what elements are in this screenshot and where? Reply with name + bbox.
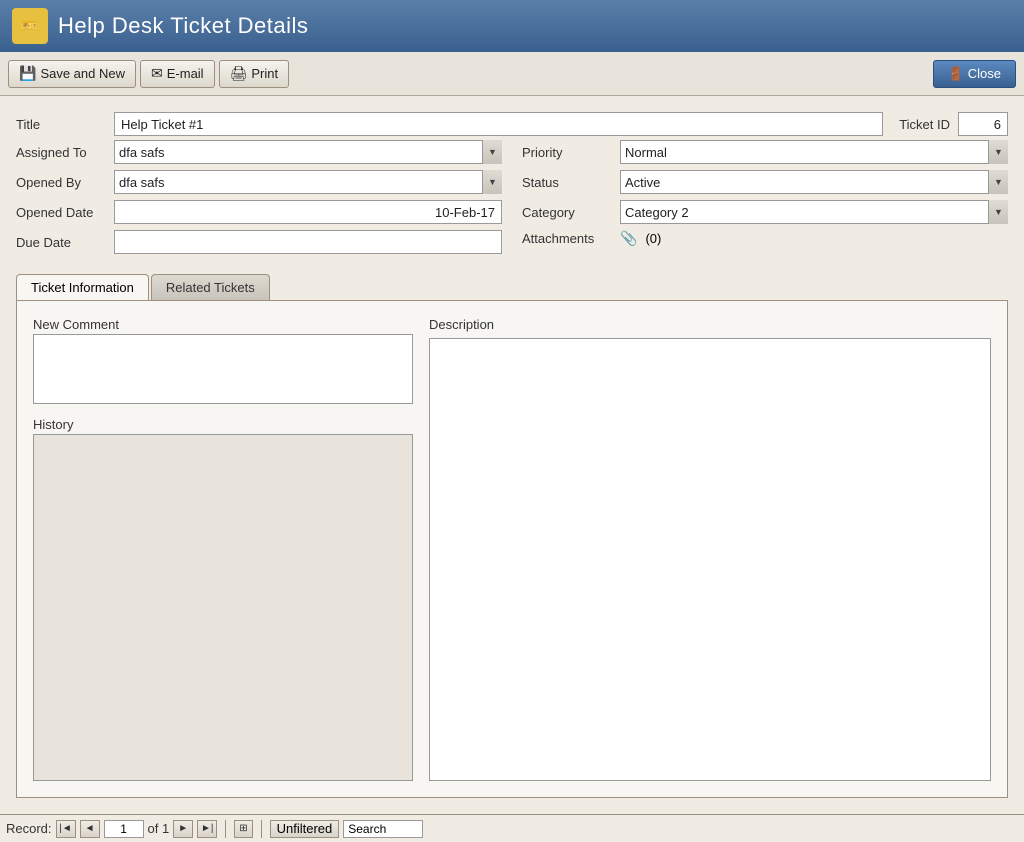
- status-label: Status: [522, 175, 612, 190]
- description-textarea[interactable]: [429, 338, 991, 781]
- status-bar: Record: |◄ ◄ of 1 ► ►| ⊞ Unfiltered: [0, 814, 1024, 842]
- assigned-to-select[interactable]: dfa safs: [114, 140, 502, 164]
- history-label: History: [33, 417, 413, 432]
- status-row: Status Active ▼: [522, 170, 1008, 194]
- title-input[interactable]: [114, 112, 883, 136]
- record-number-input[interactable]: [104, 820, 144, 838]
- due-date-input[interactable]: [114, 230, 502, 254]
- window-title: Help Desk Ticket Details: [58, 13, 308, 39]
- tab-headers: Ticket Information Related Tickets: [16, 274, 1008, 300]
- app-icon: 🎫: [12, 8, 48, 44]
- category-select[interactable]: Category 2: [620, 200, 1008, 224]
- tab-content: New Comment History Description: [16, 300, 1008, 798]
- status-select-wrapper: Active ▼: [620, 170, 1008, 194]
- opened-date-label: Opened Date: [16, 205, 106, 220]
- status-divider-2: [261, 820, 262, 838]
- nav-new-button[interactable]: ⊞: [234, 820, 252, 838]
- attachments-value: (0): [645, 231, 661, 246]
- assigned-to-label: Assigned To: [16, 145, 106, 160]
- nav-first-button[interactable]: |◄: [56, 820, 76, 838]
- unfiltered-label: Unfiltered: [277, 821, 333, 836]
- print-label: Print: [251, 66, 278, 81]
- title-row: Title Ticket ID: [16, 112, 1008, 136]
- ticket-id-label: Ticket ID: [899, 117, 950, 132]
- close-icon: 🚪: [948, 66, 964, 82]
- toolbar: 💾 Save and New ✉ E-mail 🖨 Print 🚪 Close: [0, 52, 1024, 96]
- category-select-wrapper: Category 2 ▼: [620, 200, 1008, 224]
- save-new-label: Save and New: [40, 66, 125, 81]
- tab-related-tickets[interactable]: Related Tickets: [151, 274, 270, 300]
- main-content: Title Ticket ID Assigned To dfa safs ▼ O…: [0, 96, 1024, 814]
- unfiltered-button[interactable]: Unfiltered: [270, 820, 340, 838]
- due-date-label: Due Date: [16, 235, 106, 250]
- nav-next-button[interactable]: ►: [173, 820, 193, 838]
- new-comment-textarea[interactable]: [33, 334, 413, 404]
- attachments-row: Attachments 📎 (0): [522, 230, 1008, 247]
- priority-row: Priority Normal ▼: [522, 140, 1008, 164]
- tab-ticket-information[interactable]: Ticket Information: [16, 274, 149, 300]
- nav-prev-button[interactable]: ◄: [80, 820, 100, 838]
- nav-last-button[interactable]: ►|: [197, 820, 217, 838]
- due-date-row: Due Date: [16, 230, 502, 254]
- assigned-to-select-wrapper: dfa safs ▼: [114, 140, 502, 164]
- ticket-id-input[interactable]: [958, 112, 1008, 136]
- email-button[interactable]: ✉ E-mail: [140, 60, 215, 88]
- left-form-col: Assigned To dfa safs ▼ Opened By dfa saf…: [16, 140, 502, 254]
- search-input[interactable]: [343, 820, 423, 838]
- save-new-icon: 💾: [19, 65, 36, 82]
- priority-select-wrapper: Normal ▼: [620, 140, 1008, 164]
- ticket-info-panel: New Comment History Description: [33, 317, 991, 781]
- title-bar: 🎫 Help Desk Ticket Details: [0, 0, 1024, 52]
- print-icon: 🖨: [230, 65, 248, 82]
- new-comment-section: New Comment: [33, 317, 413, 407]
- attachments-label: Attachments: [522, 231, 612, 246]
- history-area: [33, 434, 413, 781]
- status-select[interactable]: Active: [620, 170, 1008, 194]
- opened-by-select[interactable]: dfa safs: [114, 170, 502, 194]
- opened-by-row: Opened By dfa safs ▼: [16, 170, 502, 194]
- print-button[interactable]: 🖨 Print: [219, 60, 290, 88]
- opened-date-row: Opened Date: [16, 200, 502, 224]
- close-label: Close: [968, 66, 1001, 81]
- opened-by-label: Opened By: [16, 175, 106, 190]
- record-of-label: of 1: [148, 821, 170, 836]
- opened-date-input[interactable]: [114, 200, 502, 224]
- new-comment-label: New Comment: [33, 317, 413, 332]
- history-section: History: [33, 417, 413, 781]
- category-row: Category Category 2 ▼: [522, 200, 1008, 224]
- title-label: Title: [16, 117, 106, 132]
- assigned-to-row: Assigned To dfa safs ▼: [16, 140, 502, 164]
- save-and-new-button[interactable]: 💾 Save and New: [8, 60, 136, 88]
- status-divider-1: [225, 820, 226, 838]
- app-icon-glyph: 🎫: [22, 18, 38, 34]
- left-tab-panel: New Comment History: [33, 317, 413, 781]
- record-label: Record:: [6, 821, 52, 836]
- form-area: Assigned To dfa safs ▼ Opened By dfa saf…: [16, 140, 1008, 254]
- paperclip-icon: 📎: [620, 230, 637, 247]
- close-button[interactable]: 🚪 Close: [933, 60, 1016, 88]
- category-label: Category: [522, 205, 612, 220]
- right-tab-panel: Description: [429, 317, 991, 781]
- tabs-container: Ticket Information Related Tickets New C…: [16, 274, 1008, 798]
- description-label: Description: [429, 317, 991, 332]
- right-form-col: Priority Normal ▼ Status Active ▼: [522, 140, 1008, 254]
- email-icon: ✉: [151, 65, 163, 82]
- priority-select[interactable]: Normal: [620, 140, 1008, 164]
- priority-label: Priority: [522, 145, 612, 160]
- email-label: E-mail: [167, 66, 204, 81]
- opened-by-select-wrapper: dfa safs ▼: [114, 170, 502, 194]
